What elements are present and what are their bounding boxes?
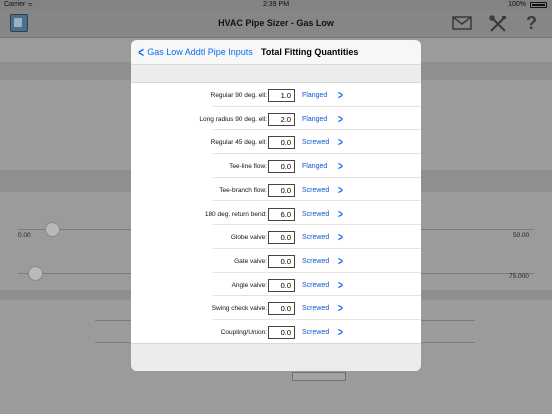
table-row: 180 deg. return bend: 6.0 Screwed > bbox=[131, 202, 421, 226]
table-row: Gate valve: 0.0 Screwed > bbox=[131, 249, 421, 273]
table-row: Regular 90 deg. ell: 1.0 Flanged > bbox=[131, 83, 421, 107]
quantity-field[interactable]: 0.0 bbox=[268, 136, 295, 150]
fitting-label: Coupling/Union: bbox=[220, 329, 267, 336]
battery-icon bbox=[530, 2, 547, 8]
bg-slider-knob bbox=[28, 266, 43, 281]
help-icon[interactable]: ? bbox=[526, 13, 537, 34]
fitting-label: Swing check valve: bbox=[211, 305, 267, 313]
status-time: 2:39 PM bbox=[262, 1, 290, 8]
connection-type-link[interactable]: Screwed bbox=[302, 187, 329, 194]
quantity-field[interactable]: 0.0 bbox=[268, 231, 295, 245]
table-row: Angle valve: 0.0 Screwed > bbox=[131, 273, 421, 297]
quantity-field[interactable]: 6.0 bbox=[268, 207, 295, 221]
fitting-label: Globe valve: bbox=[230, 234, 267, 242]
fitting-label: Tee-line flow: bbox=[229, 163, 267, 171]
bg-slider-max-label: 75.000 bbox=[509, 273, 529, 280]
quantity-field[interactable]: 0.0 bbox=[268, 278, 295, 292]
nav-bar: HVAC Pipe Sizer - Gas Low ? bbox=[0, 10, 552, 38]
chevron-left-icon: < bbox=[138, 44, 144, 60]
bg-slider-min-label: 0.00 bbox=[18, 232, 31, 239]
tools-icon[interactable] bbox=[489, 15, 507, 38]
fitting-label: 180 deg. return bend: bbox=[204, 210, 267, 218]
table-row: Globe valve: 0.0 Screwed > bbox=[131, 225, 421, 249]
fitting-label: Regular 45 deg. ell: bbox=[210, 139, 267, 147]
chevron-right-icon[interactable]: > bbox=[338, 230, 343, 244]
chevron-right-icon[interactable]: > bbox=[338, 278, 343, 292]
status-bar: Carrier ≈ 2:39 PM 100% bbox=[0, 0, 552, 10]
connection-type-link[interactable]: Screwed bbox=[302, 234, 329, 241]
quantity-field[interactable]: 0.0 bbox=[268, 183, 295, 197]
table-row: Tee-line flow: 0.0 Flanged > bbox=[131, 154, 421, 178]
section-spacer bbox=[131, 64, 421, 82]
quantity-field[interactable]: 2.0 bbox=[268, 112, 295, 126]
quantity-field[interactable]: 0.0 bbox=[268, 302, 295, 316]
bg-slider-knob bbox=[45, 222, 60, 237]
back-button-label: Gas Low Addtl Pipe Inputs bbox=[147, 47, 253, 57]
bg-slider-max-label: 50.00 bbox=[513, 232, 530, 239]
fitting-quantities-sheet: < Gas Low Addtl Pipe Inputs Total Fittin… bbox=[131, 40, 421, 371]
sheet-title: Total Fitting Quantities bbox=[261, 47, 359, 57]
table-row: Long radius 90 deg. ell: 2.0 Flanged > bbox=[131, 107, 421, 131]
fittings-table: Regular 90 deg. ell: 1.0 Flanged > Long … bbox=[131, 82, 421, 344]
sheet-header: < Gas Low Addtl Pipe Inputs Total Fittin… bbox=[131, 40, 421, 64]
battery-percent: 100% bbox=[508, 1, 526, 8]
chevron-right-icon[interactable]: > bbox=[338, 325, 343, 339]
back-button[interactable]: < Gas Low Addtl Pipe Inputs bbox=[137, 45, 253, 59]
quantity-field[interactable]: 0.0 bbox=[268, 160, 295, 174]
bg-textbox bbox=[292, 372, 346, 381]
connection-type-link[interactable]: Screwed bbox=[302, 329, 329, 336]
connection-type-link[interactable]: Flanged bbox=[302, 92, 327, 99]
connection-type-link[interactable]: Screwed bbox=[302, 258, 329, 265]
fitting-label: Tee-branch flow: bbox=[219, 186, 267, 194]
quantity-field[interactable]: 0.0 bbox=[268, 254, 295, 268]
table-row: Swing check valve: 0.0 Screwed > bbox=[131, 296, 421, 320]
connection-type-link[interactable]: Flanged bbox=[302, 163, 327, 170]
chevron-right-icon[interactable]: > bbox=[338, 207, 343, 221]
chevron-right-icon[interactable]: > bbox=[338, 301, 343, 315]
connection-type-link[interactable]: Screwed bbox=[302, 305, 329, 312]
chevron-right-icon[interactable]: > bbox=[338, 88, 343, 102]
chevron-right-icon[interactable]: > bbox=[338, 159, 343, 173]
connection-type-link[interactable]: Screwed bbox=[302, 282, 329, 289]
chevron-right-icon[interactable]: > bbox=[338, 135, 343, 149]
table-row: Coupling/Union: 0.0 Screwed > bbox=[131, 320, 421, 344]
table-row: Regular 45 deg. ell: 0.0 Screwed > bbox=[131, 130, 421, 155]
connection-type-link[interactable]: Flanged bbox=[302, 116, 327, 123]
chevron-right-icon[interactable]: > bbox=[338, 112, 343, 126]
fitting-label: Regular 90 deg. ell: bbox=[210, 92, 267, 99]
mail-icon[interactable] bbox=[452, 15, 472, 36]
quantity-field[interactable]: 1.0 bbox=[268, 89, 295, 102]
fitting-label: Gate valve: bbox=[234, 257, 267, 265]
connection-type-link[interactable]: Screwed bbox=[302, 211, 329, 218]
table-row: Tee-branch flow: 0.0 Screwed > bbox=[131, 178, 421, 202]
sheet-footer bbox=[131, 344, 421, 371]
chevron-right-icon[interactable]: > bbox=[338, 183, 343, 197]
fitting-label: Angle valve: bbox=[231, 281, 267, 289]
connection-type-link[interactable]: Screwed bbox=[302, 139, 329, 146]
quantity-field[interactable]: 0.0 bbox=[268, 326, 295, 339]
fitting-label: Long radius 90 deg. ell: bbox=[199, 115, 267, 123]
chevron-right-icon[interactable]: > bbox=[338, 254, 343, 268]
